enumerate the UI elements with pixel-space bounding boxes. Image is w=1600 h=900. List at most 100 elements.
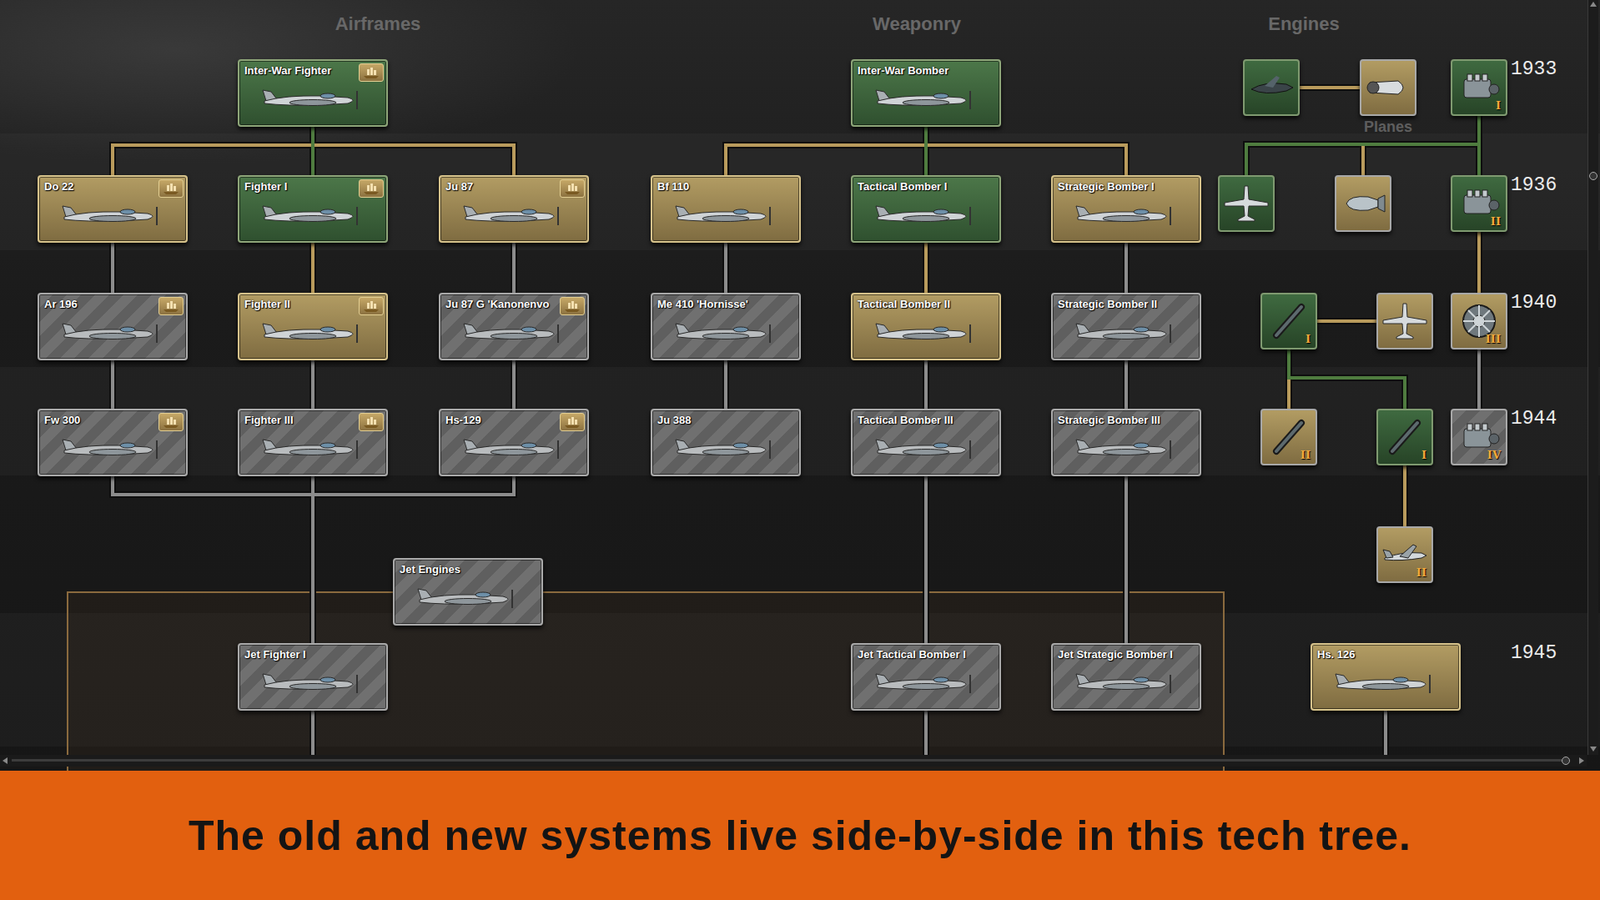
tech-label: Inter-War Bomber (857, 64, 995, 78)
connector-line (1477, 349, 1481, 409)
tech-node[interactable]: Fighter I (237, 175, 388, 243)
component-node[interactable]: I (1450, 59, 1508, 116)
tech-node[interactable]: Ar 196 (37, 292, 188, 361)
plane-icon (874, 666, 978, 700)
tier-label: I (1305, 332, 1311, 346)
caption-text: The old and new systems live side-by-sid… (188, 811, 1412, 861)
connector-line (112, 126, 313, 176)
tech-label: Tactical Bomber I (857, 180, 995, 194)
connector-outline (312, 126, 514, 176)
tech-node[interactable]: Jet Tactical Bomber I (850, 643, 1002, 711)
component-node[interactable]: II (1450, 175, 1508, 232)
tech-node[interactable]: Tactical Bomber III (850, 408, 1002, 477)
connector-line (924, 242, 928, 293)
tech-node[interactable]: Jet Engines (392, 558, 544, 626)
tech-node[interactable]: Bf 110 (650, 175, 801, 243)
component-node[interactable] (1242, 59, 1300, 116)
engine-icon (1455, 69, 1503, 106)
scroll-right-icon[interactable] (1579, 757, 1585, 765)
tech-node[interactable]: Hs. 126 (1310, 643, 1461, 711)
plane-icon (60, 198, 165, 232)
tech-node[interactable]: Do 22 (37, 175, 188, 243)
plane-icon (261, 198, 365, 232)
tech-label: Jet Strategic Bomber I (1057, 648, 1195, 662)
section-title: Engines (1267, 13, 1340, 36)
tech-node[interactable]: Tactical Bomber I (850, 175, 1002, 243)
tech-tree-canvas[interactable]: AirframesWeaponryEnginesPlanesInter-War … (0, 0, 1600, 771)
scroll-thumb[interactable] (1589, 171, 1598, 181)
connector-outline (922, 476, 930, 644)
connector-outline (1288, 349, 1405, 409)
component-node[interactable] (1359, 59, 1417, 116)
connector-line (924, 360, 928, 409)
plane-icon (60, 432, 165, 466)
plane-icon (462, 198, 566, 232)
tech-node[interactable]: Ju 87 (438, 175, 589, 243)
tech-node[interactable]: Me 410 'Hornisse' (650, 292, 801, 361)
component-node[interactable]: I (1260, 292, 1318, 350)
tech-node[interactable]: Fw 300 (37, 408, 188, 477)
connector-line (512, 242, 516, 293)
bomb-icon (1339, 186, 1387, 221)
component-node[interactable] (1334, 175, 1392, 232)
component-node[interactable]: IV (1450, 408, 1508, 466)
component-node[interactable] (1376, 292, 1434, 350)
plane-icon (261, 316, 365, 350)
tier-label: IV (1487, 448, 1501, 462)
connector-outline (722, 360, 730, 409)
connector-outline (1122, 476, 1130, 644)
year-label: 1936 (1510, 175, 1557, 196)
tech-label: Me 410 'Hornisse' (657, 297, 795, 312)
scroll-down-icon[interactable] (1589, 746, 1597, 752)
horizontal-scrollbar[interactable] (0, 754, 1587, 767)
tech-node[interactable]: Strategic Bomber II (1051, 292, 1202, 361)
scroll-thumb[interactable] (1561, 756, 1570, 765)
plane-top-icon (1222, 182, 1270, 225)
plane-icon (462, 432, 566, 466)
vertical-scrollbar[interactable] (1587, 0, 1599, 755)
connector-outline (1382, 710, 1389, 760)
tech-node[interactable]: Inter-War Bomber (850, 59, 1002, 127)
connector-line (311, 710, 315, 760)
component-node[interactable]: III (1450, 292, 1508, 350)
tech-node[interactable]: Jet Fighter I (237, 643, 388, 711)
component-node[interactable] (1217, 175, 1275, 232)
component-node[interactable]: II (1260, 408, 1318, 466)
tier-label: II (1490, 215, 1501, 228)
tech-node[interactable]: Strategic Bomber III (1051, 408, 1202, 477)
tech-label: Strategic Bomber I (1057, 180, 1195, 194)
plane-icon (462, 316, 566, 350)
plane-icon (674, 316, 778, 350)
plane-icon (416, 581, 520, 615)
plane-top-icon (1381, 300, 1429, 343)
tech-node[interactable]: Jet Strategic Bomber I (1051, 643, 1202, 711)
scroll-left-icon[interactable] (2, 757, 8, 765)
tech-node[interactable]: Strategic Bomber I (1051, 175, 1202, 243)
connector-line (1124, 360, 1128, 409)
connector-outline (922, 360, 930, 409)
tech-label: Bf 110 (657, 180, 795, 194)
tech-node[interactable]: Fighter II (237, 292, 388, 361)
tech-node[interactable]: Inter-War Fighter (237, 59, 388, 127)
tech-node[interactable]: Ju 87 G 'Kanonenvo (438, 292, 589, 361)
connector-outline (109, 242, 116, 293)
scroll-track[interactable] (11, 759, 1562, 762)
tech-node[interactable]: Ju 388 (650, 408, 801, 477)
tech-node[interactable]: Tactical Bomber II (850, 292, 1002, 361)
connector-outline (309, 360, 317, 409)
connector-outline (1475, 349, 1483, 409)
seaplane-icon (1247, 70, 1295, 105)
component-node[interactable]: II (1376, 526, 1434, 584)
tech-node[interactable]: Fighter III (237, 408, 388, 477)
scroll-up-icon[interactable] (1589, 1, 1597, 7)
gun-icon (1383, 416, 1426, 458)
tech-label: Strategic Bomber II (1057, 297, 1195, 312)
plane-icon (874, 316, 978, 350)
connector-outline (112, 476, 313, 644)
tech-node[interactable]: Hs-129 (438, 408, 589, 477)
connector-line (1383, 710, 1388, 760)
connector-line (311, 126, 315, 176)
carrier-badge-icon (158, 296, 184, 316)
component-node[interactable]: I (1376, 408, 1434, 466)
carrier-badge-icon (559, 412, 585, 432)
